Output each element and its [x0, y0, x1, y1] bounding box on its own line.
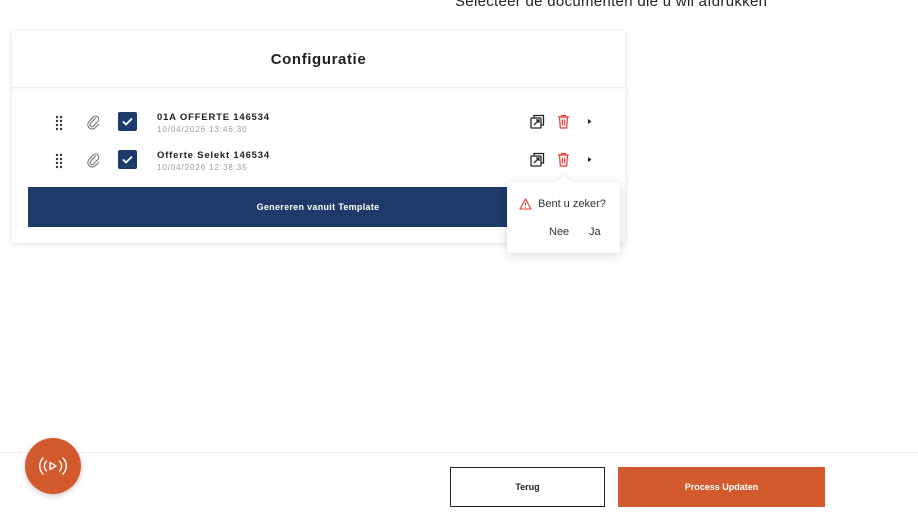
- confirm-message: Bent u zeker?: [538, 198, 606, 210]
- caret-right-icon[interactable]: [586, 116, 593, 127]
- card-title: Configuratie: [270, 50, 367, 68]
- check-icon: [122, 117, 133, 126]
- document-name: 01A OFFERTE 146534: [157, 112, 270, 123]
- drag-handle-icon[interactable]: [54, 115, 64, 131]
- document-checkbox[interactable]: [118, 112, 137, 131]
- document-date: 10/04/2026 12:38:35: [157, 163, 248, 172]
- document-date: 10/04/2026 13:46:30: [157, 125, 248, 134]
- check-icon: [122, 155, 133, 164]
- drag-handle-icon[interactable]: [54, 153, 64, 169]
- open-external-icon[interactable]: [530, 114, 545, 129]
- open-external-icon[interactable]: [530, 152, 545, 167]
- paperclip-icon[interactable]: [86, 152, 100, 168]
- process-update-button[interactable]: Process Updaten: [618, 467, 825, 507]
- paperclip-icon[interactable]: [86, 114, 100, 130]
- trash-icon[interactable]: [557, 152, 570, 167]
- document-row: 01A OFFERTE 146534 10/04/2026 13:46:30: [12, 109, 625, 139]
- document-checkbox[interactable]: [118, 150, 137, 169]
- confirm-no-button[interactable]: Nee: [549, 226, 569, 238]
- confirm-yes-button[interactable]: Ja: [589, 226, 601, 238]
- trash-icon[interactable]: [557, 114, 570, 129]
- back-button[interactable]: Terug: [450, 467, 605, 507]
- page-instruction: Selecteer de documenten die u wil afdruk…: [455, 0, 768, 10]
- delete-confirm-popover: Bent u zeker? Nee Ja: [507, 174, 620, 253]
- document-row: Offerte Selekt 146534 10/04/2026 12:38:3…: [12, 147, 625, 177]
- broadcast-button[interactable]: [25, 438, 81, 494]
- document-name: Offerte Selekt 146534: [157, 150, 270, 161]
- broadcast-icon: [39, 457, 67, 475]
- caret-right-icon[interactable]: [586, 154, 593, 165]
- warning-icon: [519, 198, 532, 210]
- card-header: Configuratie: [12, 31, 625, 88]
